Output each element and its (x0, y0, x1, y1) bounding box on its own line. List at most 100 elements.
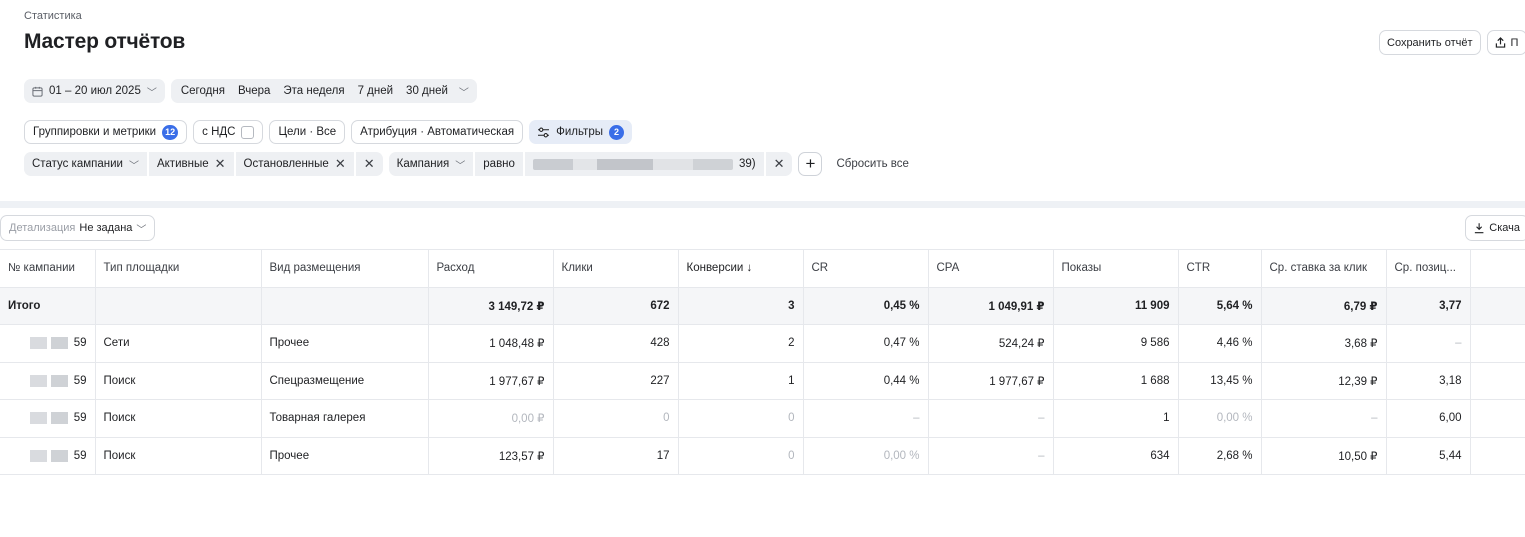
column-header[interactable]: CR (803, 249, 929, 288)
calendar-icon (32, 86, 43, 97)
remove-status-filter[interactable]: ✕ (356, 152, 383, 176)
attribution-selector[interactable]: Атрибуция · Автоматическая (351, 120, 524, 144)
campaign-id-suffix: 59 (73, 412, 87, 425)
period-today[interactable]: Сегодня (179, 85, 227, 97)
reset-all-filters-link[interactable]: Сбросить все (828, 158, 908, 170)
campaign-filter-operator[interactable]: равно (475, 152, 525, 176)
report-master-page: Статистика Мастер отчётов Сохранить отчё… (0, 0, 1525, 537)
vat-label: с НДС (202, 126, 236, 138)
column-header[interactable]: № кампании (0, 249, 96, 288)
table-cell: 1 (678, 362, 804, 400)
groupings-metrics-button[interactable]: Группировки и метрики 12 (24, 120, 188, 144)
status-value-active: Активные ✕ (149, 152, 236, 176)
column-header[interactable]: Показы (1053, 249, 1179, 288)
table-row[interactable]: 59 Поиск Товарная галерея 0,00 ₽ 0 0 – –… (0, 399, 1525, 438)
vat-checkbox[interactable] (241, 125, 255, 139)
table-cell: 524,24 ₽ (928, 324, 1054, 363)
total-cell: 6,79 ₽ (1261, 287, 1387, 325)
table-cell: 0 (553, 399, 679, 438)
table-cell: 0,47 % (803, 324, 929, 363)
table-cell: 5,44 (1386, 437, 1471, 475)
table-cell: Сети (95, 324, 262, 363)
campaign-id-cell[interactable]: 59 (0, 399, 96, 438)
redacted-id (29, 337, 68, 350)
column-header-empty (1470, 249, 1525, 288)
table-cell: 0 (678, 399, 804, 438)
chevron-down-icon[interactable]: ﹀ (459, 84, 469, 99)
chevron-down-icon: ﹀ (128, 160, 139, 172)
table-cell: – (803, 399, 929, 438)
remove-value-icon[interactable]: ✕ (335, 156, 346, 172)
total-cell: 3,77 (1386, 287, 1471, 325)
breadcrumb[interactable]: Статистика (24, 10, 82, 22)
period-7-days[interactable]: 7 дней (356, 85, 395, 97)
column-header[interactable]: Вид размещения (261, 249, 429, 288)
remove-value-icon[interactable]: ✕ (215, 156, 226, 172)
download-button[interactable]: Скача (1465, 215, 1525, 241)
column-header[interactable]: Клики (553, 249, 679, 288)
campaign-id-cell[interactable]: 59 (0, 362, 96, 400)
table-cell: Поиск (95, 437, 262, 475)
column-header[interactable]: Тип площадки (95, 249, 262, 288)
campaign-filter-label: Кампания (396, 158, 450, 170)
table-row[interactable]: 59 Сети Прочее 1 048,48 ₽ 428 2 0,47 % 5… (0, 324, 1525, 363)
table-cell: 3,18 (1386, 362, 1471, 400)
period-this-week[interactable]: Эта неделя (281, 85, 346, 97)
status-filter-field[interactable]: Статус кампании ﹀ (24, 152, 149, 176)
date-range-picker[interactable]: 01 – 20 июл 2025 ﹀ (24, 79, 165, 103)
redacted-id (29, 449, 68, 462)
table-cell: 0,00 % (1178, 399, 1262, 438)
total-cell: 672 (553, 287, 679, 325)
column-header[interactable]: CTR (1178, 249, 1262, 288)
report-header-card: Статистика Мастер отчётов Сохранить отчё… (0, 0, 1525, 201)
save-report-button[interactable]: Сохранить отчёт (1379, 30, 1481, 55)
campaign-id-suffix: 59 (73, 337, 87, 350)
redacted-id (29, 374, 68, 387)
period-30-days[interactable]: 30 дней (404, 85, 450, 97)
add-filter-button[interactable]: + (798, 152, 823, 176)
filters-button[interactable]: Фильтры 2 (529, 120, 632, 144)
table-cell: 0,00 ₽ (428, 399, 554, 438)
table-row[interactable]: 59 Поиск Прочее 123,57 ₽ 17 0 0,00 % – 6… (0, 437, 1525, 475)
table-cell-empty (1470, 362, 1525, 400)
table-cell: Поиск (95, 399, 262, 438)
vat-toggle[interactable]: с НДС (193, 120, 264, 144)
groupings-count-badge: 12 (162, 124, 179, 140)
status-value-stopped: Остановленные ✕ (236, 152, 356, 176)
campaign-filter-value[interactable]: 39) (525, 152, 766, 176)
period-row: 01 – 20 июл 2025 ﹀ Сегодня Вчера Эта нед… (24, 79, 477, 103)
top-actions: Сохранить отчёт П (1379, 30, 1525, 55)
section-divider (0, 201, 1525, 208)
column-header-sorted[interactable]: Конверсии ↓ (678, 249, 804, 288)
goals-selector[interactable]: Цели · Все (269, 120, 346, 144)
close-icon[interactable]: ✕ (364, 156, 375, 172)
remove-campaign-filter[interactable]: ✕ (766, 152, 793, 176)
column-header[interactable]: CPA (928, 249, 1054, 288)
campaign-value-suffix: 39) (738, 158, 756, 170)
stats-table: № кампании Тип площадки Вид размещения Р… (0, 249, 1525, 475)
status-value-stopped-label: Остановленные (243, 158, 329, 170)
period-yesterday[interactable]: Вчера (236, 85, 272, 97)
redacted-id (29, 412, 68, 425)
table-cell: Спецразмещение (261, 362, 429, 400)
column-header[interactable]: Ср. ставка за клик (1261, 249, 1387, 288)
column-header[interactable]: Расход (428, 249, 554, 288)
total-cell: 3 (678, 287, 804, 325)
active-filters-row: Статус кампании ﹀ Активные ✕ Остановленн… (24, 152, 909, 176)
campaign-id-suffix: 59 (73, 449, 87, 462)
campaign-filter-field[interactable]: Кампания ﹀ (389, 152, 476, 176)
detail-selector[interactable]: Детализация Не задана ﹀ (0, 215, 156, 241)
redacted-campaign-name (532, 158, 733, 170)
total-cell (95, 287, 262, 325)
table-cell: 634 (1053, 437, 1179, 475)
table-row[interactable]: 59 Поиск Спецразмещение 1 977,67 ₽ 227 1… (0, 362, 1525, 400)
campaign-id-cell[interactable]: 59 (0, 437, 96, 475)
close-icon[interactable]: ✕ (774, 156, 785, 172)
table-cell: 2 (678, 324, 804, 363)
share-button[interactable]: П (1486, 30, 1525, 55)
total-cell: 3 149,72 ₽ (428, 287, 554, 325)
campaign-id-cell[interactable]: 59 (0, 324, 96, 363)
total-cell-empty (1470, 287, 1525, 325)
column-header[interactable]: Ср. позиц... (1386, 249, 1471, 288)
table-cell: 2,68 % (1178, 437, 1262, 475)
